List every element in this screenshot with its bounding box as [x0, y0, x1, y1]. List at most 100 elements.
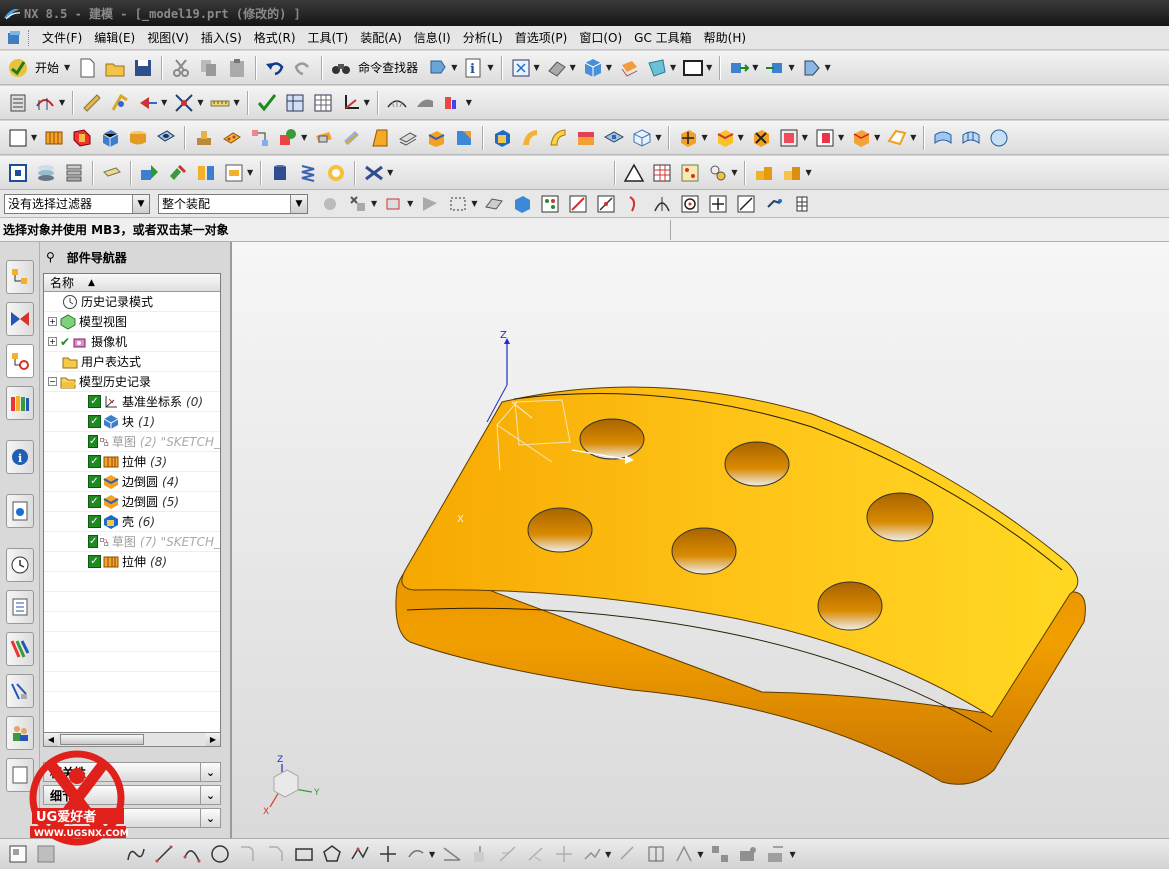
- arc-icon[interactable]: [179, 841, 205, 867]
- point-icon[interactable]: [375, 841, 401, 867]
- tree-node[interactable]: 用户表达式: [44, 352, 220, 372]
- deviation-icon[interactable]: [440, 90, 466, 116]
- model-view[interactable]: Z X Z Y X: [232, 242, 1169, 838]
- shell-feature-icon[interactable]: [489, 125, 515, 151]
- menu-tools[interactable]: 工具(T): [302, 29, 355, 46]
- history-palette-tab[interactable]: [6, 494, 34, 528]
- start-button[interactable]: 开始: [35, 59, 59, 76]
- examine-geometry-icon[interactable]: [282, 90, 308, 116]
- stack-icon[interactable]: [61, 160, 87, 186]
- redo-icon[interactable]: [290, 55, 316, 81]
- draft-icon[interactable]: [367, 125, 393, 151]
- table-icon[interactable]: [649, 160, 675, 186]
- bearing-icon[interactable]: [323, 160, 349, 186]
- line-icon[interactable]: [151, 841, 177, 867]
- shaded-cube-icon[interactable]: [580, 55, 606, 81]
- revolve-icon[interactable]: [69, 125, 95, 151]
- snap-endpoint-icon[interactable]: [565, 191, 591, 217]
- menu-window[interactable]: 窗口(O): [573, 29, 628, 46]
- scroll-thumb[interactable]: [60, 734, 144, 745]
- select-faces-icon[interactable]: [481, 191, 507, 217]
- move-component-icon[interactable]: [726, 55, 752, 81]
- face-blend-icon[interactable]: [573, 125, 599, 151]
- paste-icon[interactable]: [224, 55, 250, 81]
- scroll-right-icon[interactable]: ▶: [206, 733, 220, 746]
- spring-icon[interactable]: [295, 160, 321, 186]
- hole[interactable]: [724, 441, 790, 487]
- collapse-icon[interactable]: −: [48, 377, 57, 386]
- chevron-down-icon[interactable]: ▼: [132, 194, 149, 213]
- fillet-icon[interactable]: [235, 841, 261, 867]
- point-construct-icon[interactable]: [107, 90, 133, 116]
- snap-quadrant-icon[interactable]: [761, 191, 787, 217]
- menu-edit[interactable]: 编辑(E): [88, 29, 141, 46]
- history-tab[interactable]: [6, 548, 34, 582]
- pattern-icon[interactable]: [247, 125, 273, 151]
- tree-node[interactable]: + 模型视图: [44, 312, 220, 332]
- checkbox[interactable]: ✓: [88, 495, 101, 508]
- feature-row[interactable]: ✓ 块 (1): [44, 412, 220, 432]
- rectangle-select-icon[interactable]: [445, 191, 471, 217]
- hole[interactable]: [817, 581, 883, 631]
- snap-control-icon[interactable]: [621, 191, 647, 217]
- render-style-icon[interactable]: [544, 55, 570, 81]
- selection-filter-dropdown[interactable]: 没有选择过滤器 ▼: [4, 193, 150, 214]
- open-folder-icon[interactable]: [102, 55, 128, 81]
- feature-row[interactable]: ✓ 基准坐标系 (0): [44, 392, 220, 412]
- trim-body-icon[interactable]: [311, 125, 337, 151]
- feature-row[interactable]: ✓ 拉伸 (8): [44, 552, 220, 572]
- assembly-navigator-select-icon[interactable]: [417, 191, 443, 217]
- through-curves-icon[interactable]: [930, 125, 956, 151]
- studio-spline-icon[interactable]: [347, 841, 373, 867]
- n-sided-surface-icon[interactable]: [986, 125, 1012, 151]
- datum-plane-icon[interactable]: [601, 125, 627, 151]
- feature-row[interactable]: ✓ 草图 (7) "SKETCH_: [44, 532, 220, 552]
- wcs-icon[interactable]: [644, 55, 670, 81]
- hole-icon[interactable]: [153, 125, 179, 151]
- assembly-navigator-tab[interactable]: [6, 260, 34, 294]
- boolean-icon[interactable]: [275, 125, 301, 151]
- snap-point-icon[interactable]: [79, 90, 105, 116]
- triangle-icon[interactable]: [621, 160, 647, 186]
- constraint-sketch-icon[interactable]: [523, 841, 549, 867]
- through-mesh-icon[interactable]: [958, 125, 984, 151]
- parts-icon[interactable]: [751, 160, 777, 186]
- roles-tab[interactable]: [6, 632, 34, 666]
- snap-midpoint-icon[interactable]: [593, 191, 619, 217]
- feature-select-icon[interactable]: [345, 191, 371, 217]
- information-icon[interactable]: i: [461, 55, 487, 81]
- tree-node[interactable]: 历史记录模式: [44, 292, 220, 312]
- web-browser-tab[interactable]: i: [6, 440, 34, 474]
- ruler-icon[interactable]: [207, 90, 233, 116]
- checkbox[interactable]: ✓: [88, 555, 101, 568]
- menu-gc-toolkit[interactable]: GC 工具箱: [628, 29, 698, 46]
- chamfer-icon[interactable]: [451, 125, 477, 151]
- navigator-horizontal-scrollbar[interactable]: ◀ ▶: [43, 732, 221, 747]
- more-snap-icon[interactable]: [789, 191, 815, 217]
- toolbar-grip[interactable]: [28, 29, 32, 46]
- checkbox[interactable]: ✓: [88, 415, 101, 428]
- cylinder-icon[interactable]: [125, 125, 151, 151]
- menu-analysis[interactable]: 分析(L): [457, 29, 509, 46]
- chevron-down-icon[interactable]: ⌄: [200, 763, 220, 781]
- rectangle-icon[interactable]: [291, 841, 317, 867]
- replace-face-icon[interactable]: [776, 125, 802, 151]
- snap-intersection-icon[interactable]: [649, 191, 675, 217]
- column-header-name[interactable]: 名称 ▲: [44, 274, 220, 292]
- menu-format[interactable]: 格式(R): [248, 29, 302, 46]
- checkbox[interactable]: ✓: [88, 515, 101, 528]
- variable-blend-icon[interactable]: [545, 125, 571, 151]
- move-face-icon[interactable]: [675, 125, 701, 151]
- undo-icon[interactable]: [262, 55, 288, 81]
- constraint-navigator-tab[interactable]: [6, 302, 34, 336]
- system-scenes-tab[interactable]: [6, 674, 34, 708]
- copy-icon[interactable]: [196, 55, 222, 81]
- surface-analysis-icon[interactable]: [412, 90, 438, 116]
- edge-blend-feature-icon[interactable]: [423, 125, 449, 151]
- weld-icon[interactable]: [361, 160, 387, 186]
- chevron-down-icon[interactable]: ▼: [290, 194, 307, 213]
- route-icon[interactable]: [799, 55, 825, 81]
- hole[interactable]: [866, 492, 934, 542]
- checkbox[interactable]: ✓: [88, 395, 101, 408]
- fit-sync-icon[interactable]: [5, 160, 31, 186]
